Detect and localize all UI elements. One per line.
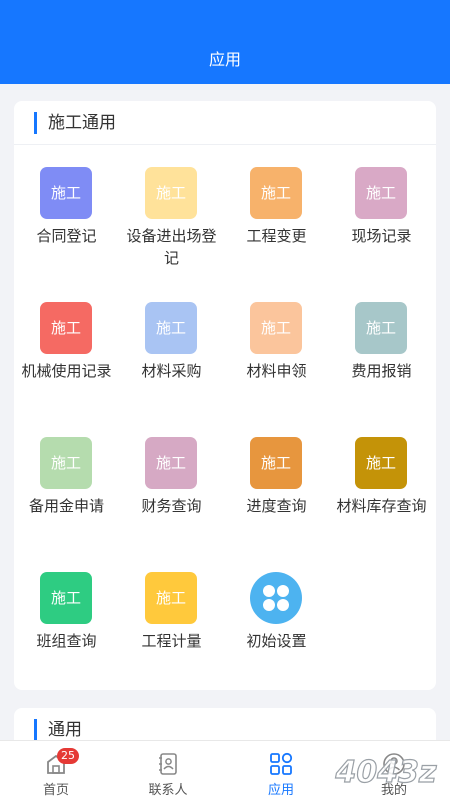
app-tile-icon: 施工 [250,437,302,489]
app-label: 班组查询 [36,632,97,650]
tab-home[interactable]: 25 首页 [0,741,112,800]
app-tile-icon: 施工 [250,302,302,354]
app-tile-icon: 施工 [40,302,92,354]
tab-label: 首页 [42,783,69,798]
app-tile-icon: 施工 [40,167,92,219]
app-label: 工程计量 [141,632,202,650]
app-label: 费用报销 [351,362,412,380]
app-tile-icon: 施工 [40,572,92,624]
app-label: 现场记录 [351,227,412,245]
app-tile-icon: 施工 [355,437,407,489]
app-label: 机械使用记录 [21,362,112,380]
section-title: 通用 [48,720,82,740]
watermark-logo: 4043z [334,754,438,790]
tab-label: 联系人 [148,783,188,798]
settings-flower-icon [250,572,302,624]
app-label: 合同登记 [36,227,97,245]
app-tile-icon: 施工 [355,302,407,354]
section-accent-bar [34,719,37,741]
app-label: 材料库存查询 [336,497,427,515]
app-header: 应用 [0,0,450,84]
apps-grid-icon [270,752,293,775]
section-header: 施工通用 [14,101,436,145]
section-title: 施工通用 [48,113,116,133]
unread-badge: 25 [57,748,79,764]
app-tile-icon: 施工 [145,302,197,354]
tab-label: 应用 [267,783,294,798]
section-accent-bar [34,112,37,134]
construction-section: 施工通用 施工 合同登记 施工 设备进出场登记 施工 工程变更 施工 现场记录 … [14,101,436,690]
contacts-icon [159,753,177,775]
app-tile-icon: 施工 [145,437,197,489]
tab-contacts[interactable]: 联系人 [112,741,224,800]
app-tile-icon: 施工 [250,167,302,219]
app-label: 设备进出场登记 [126,227,217,267]
page-title: 应用 [208,50,241,69]
app-label: 工程变更 [246,227,307,245]
tab-apps[interactable]: 应用 [225,741,337,800]
app-label: 备用金申请 [28,497,104,515]
app-label: 财务查询 [141,497,202,515]
app-tile-icon: 施工 [145,572,197,624]
app-tile-icon: 施工 [40,437,92,489]
app-tile-icon: 施工 [355,167,407,219]
app-label: 初始设置 [246,632,307,650]
app-label: 材料采购 [141,362,202,380]
app-label: 进度查询 [246,497,307,515]
app-tile-icon: 施工 [145,167,197,219]
svg-text:4043z: 4043z [335,755,437,790]
app-label: 材料申领 [246,362,307,380]
